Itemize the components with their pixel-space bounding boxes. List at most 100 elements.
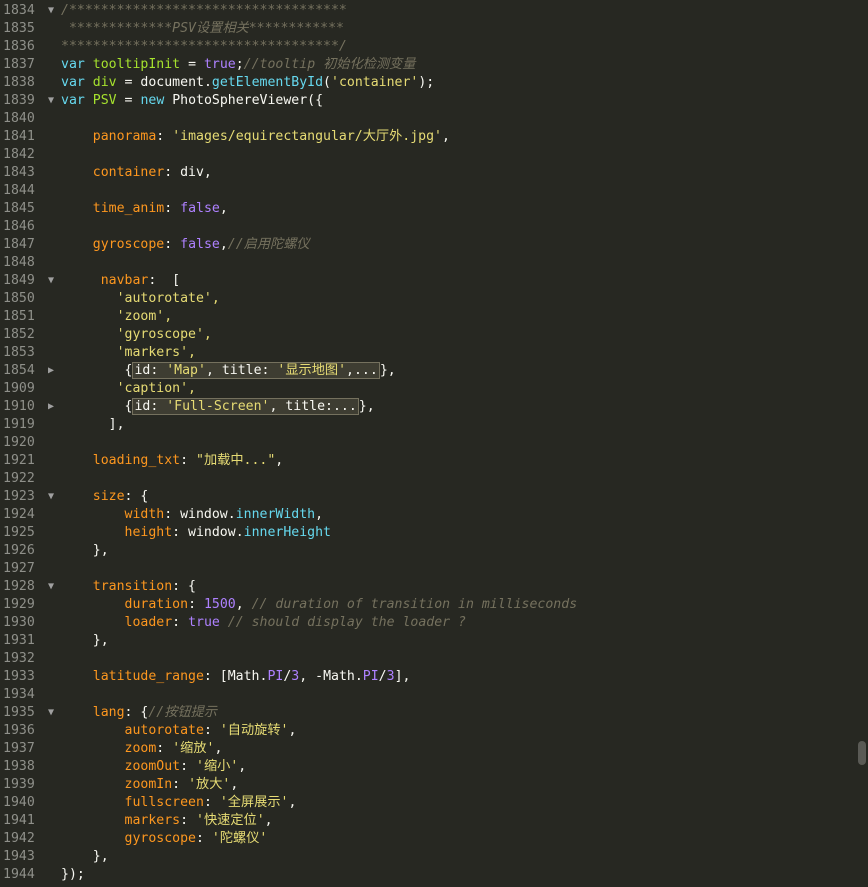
code-line[interactable]: 1909 'caption', [0, 380, 856, 398]
code-line[interactable]: 1930 loader: true // should display the … [0, 614, 856, 632]
code-line[interactable]: 1944 }); [0, 866, 856, 884]
code-line[interactable]: 1836 ***********************************… [0, 38, 856, 56]
line-number: 1835 [3, 21, 35, 36]
line-number: 1942 [3, 831, 35, 846]
code-line[interactable]: 1835 *************PSV设置相关************ [0, 20, 856, 38]
code-line[interactable]: 1920 [0, 434, 856, 452]
code-line[interactable]: 1847 gyroscope: false,//启用陀螺仪 [0, 236, 856, 254]
folded-region[interactable]: id: 'Map', title: '显示地图',... [132, 362, 380, 379]
code-line[interactable]: 1910 ▶ {id: 'Full-Screen', title:...}, [0, 398, 856, 416]
code-text: zoom: '缩放', [124, 741, 223, 756]
code-line[interactable]: 1938 zoomOut: '缩小', [0, 758, 856, 776]
fold-down-icon[interactable]: ▼ [45, 2, 57, 20]
code-line[interactable]: 1932 [0, 650, 856, 668]
code-line[interactable]: 1940 fullscreen: '全屏展示', [0, 794, 856, 812]
code-line[interactable]: 1929 duration: 1500, // duration of tran… [0, 596, 856, 614]
line-number: 1850 [3, 291, 35, 306]
code-text: 'zoom', [61, 309, 173, 324]
code-line[interactable]: 1943 }, [0, 848, 856, 866]
code-text: gyroscope: false,//启用陀螺仪 [92, 237, 310, 252]
folded-region[interactable]: id: 'Full-Screen', title:... [132, 398, 359, 415]
code-text: container: div, [92, 165, 212, 180]
code-line[interactable]: 1837 var tooltipInit = true;//tooltip 初始… [0, 56, 856, 74]
code-text: }, [61, 849, 109, 864]
line-number: 1926 [3, 543, 35, 558]
code-line[interactable]: 1928 ▼ transition: { [0, 578, 856, 596]
code-text: var div = document.getElementById('conta… [61, 75, 435, 90]
code-text: ], [61, 417, 125, 432]
code-line[interactable]: 1922 [0, 470, 856, 488]
code-line[interactable]: 1939 zoomIn: '放大', [0, 776, 856, 794]
code-line[interactable]: 1842 [0, 146, 856, 164]
code-line[interactable]: 1931 }, [0, 632, 856, 650]
code-line[interactable]: 1848 [0, 254, 856, 272]
code-line[interactable]: 1853 'markers', [0, 344, 856, 362]
code-text: fullscreen: '全屏展示', [124, 795, 297, 810]
code-line[interactable]: 1840 [0, 110, 856, 128]
code-line[interactable]: 1852 'gyroscope', [0, 326, 856, 344]
line-number: 1927 [3, 561, 35, 576]
line-number: 1838 [3, 75, 35, 90]
vertical-scrollbar-thumb[interactable] [858, 741, 866, 765]
code-line[interactable]: 1921 loading_txt: "加载中...", [0, 452, 856, 470]
code-text: ***********************************/ [61, 39, 347, 54]
code-line[interactable]: 1936 autorotate: '自动旋转', [0, 722, 856, 740]
code-line[interactable]: 1933 latitude_range: [Math.PI/3, -Math.P… [0, 668, 856, 686]
code-line[interactable]: 1845 time_anim: false, [0, 200, 856, 218]
code-line[interactable]: 1838 var div = document.getElementById('… [0, 74, 856, 92]
line-number: 1930 [3, 615, 35, 630]
line-number: 1837 [3, 57, 35, 72]
code-line[interactable]: 1846 [0, 218, 856, 236]
fold-down-icon[interactable]: ▼ [45, 92, 57, 110]
line-number: 1939 [3, 777, 35, 792]
fold-right-icon[interactable]: ▶ [45, 362, 57, 380]
line-number: 1839 [3, 93, 35, 108]
line-number: 1933 [3, 669, 35, 684]
line-number: 1929 [3, 597, 35, 612]
code-line[interactable]: 1843 container: div, [0, 164, 856, 182]
code-line[interactable]: 1834 ▼ /********************************… [0, 2, 856, 20]
line-number: 1922 [3, 471, 35, 486]
fold-down-icon[interactable]: ▼ [45, 488, 57, 506]
code-editor[interactable]: 1834 ▼ /********************************… [0, 0, 868, 887]
line-number: 1910 [3, 399, 35, 414]
code-line[interactable]: 1926 }, [0, 542, 856, 560]
line-number: 1928 [3, 579, 35, 594]
code-line[interactable]: 1851 'zoom', [0, 308, 856, 326]
code-line[interactable]: 1942 gyroscope: '陀螺仪' [0, 830, 856, 848]
code-line[interactable]: 1935 ▼ lang: {//按钮提示 [0, 704, 856, 722]
code-text: var PSV = new PhotoSphereViewer({ [61, 93, 324, 108]
code-line[interactable]: 1844 [0, 182, 856, 200]
code-line[interactable]: 1849 ▼ navbar: [ [0, 272, 856, 290]
fold-down-icon[interactable]: ▼ [45, 704, 57, 722]
code-line[interactable]: 1924 width: window.innerWidth, [0, 506, 856, 524]
code-text: {id: 'Full-Screen', title:...}, [61, 398, 375, 415]
line-number: 1845 [3, 201, 35, 216]
code-text: 'caption', [61, 381, 196, 396]
code-text: loader: true // should display the loade… [124, 615, 466, 630]
code-text: }); [61, 867, 85, 882]
code-line[interactable]: 1927 [0, 560, 856, 578]
line-number: 1921 [3, 453, 35, 468]
code-line[interactable]: 1923 ▼ size: { [0, 488, 856, 506]
fold-right-icon[interactable]: ▶ [45, 398, 57, 416]
line-number: 1944 [3, 867, 35, 882]
code-text: 'markers', [61, 345, 196, 360]
code-text: time_anim: false, [92, 201, 228, 216]
code-line[interactable]: 1919 ], [0, 416, 856, 434]
line-number: 1909 [3, 381, 35, 396]
code-line[interactable]: 1925 height: window.innerHeight [0, 524, 856, 542]
code-line[interactable]: 1934 [0, 686, 856, 704]
line-number: 1941 [3, 813, 35, 828]
fold-down-icon[interactable]: ▼ [45, 272, 57, 290]
code-line[interactable]: 1850 'autorotate', [0, 290, 856, 308]
line-number: 1854 [3, 363, 35, 378]
code-line[interactable]: 1839 ▼ var PSV = new PhotoSphereViewer({ [0, 92, 856, 110]
code-line[interactable]: 1841 panorama: 'images/equirectangular/大… [0, 128, 856, 146]
code-line[interactable]: 1941 markers: '快速定位', [0, 812, 856, 830]
fold-down-icon[interactable]: ▼ [45, 578, 57, 596]
line-number: 1842 [3, 147, 35, 162]
code-line[interactable]: 1854 ▶ {id: 'Map', title: '显示地图',...}, [0, 362, 856, 380]
code-line[interactable]: 1937 zoom: '缩放', [0, 740, 856, 758]
line-number: 1836 [3, 39, 35, 54]
